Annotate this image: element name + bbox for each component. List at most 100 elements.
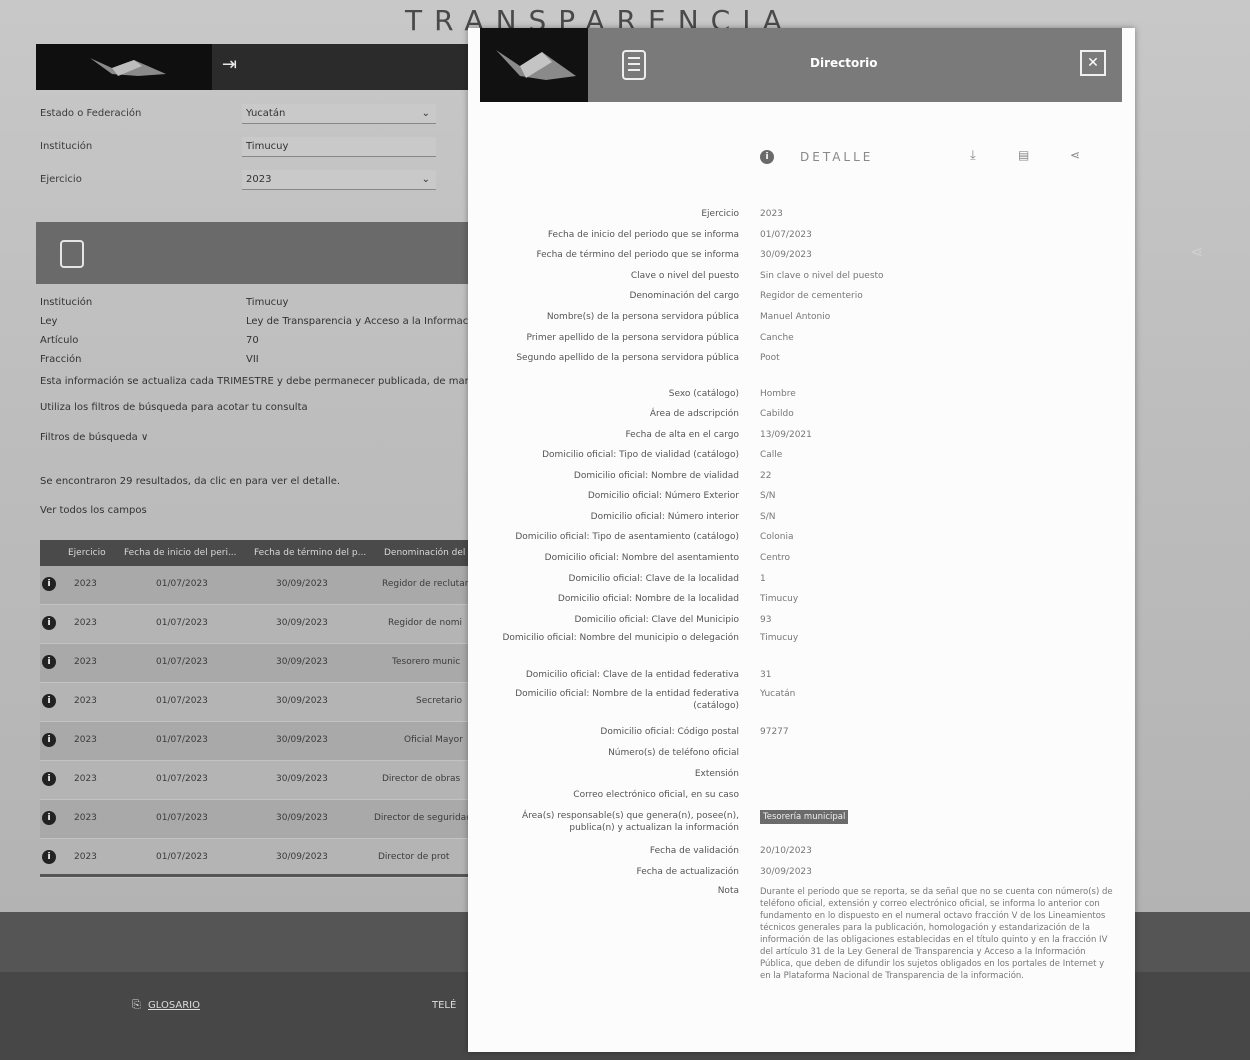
table-cell: Secretario: [416, 696, 462, 706]
table-cell: 2023: [74, 735, 97, 745]
info-icon[interactable]: i: [42, 616, 56, 630]
print-icon[interactable]: ▤: [1018, 148, 1029, 162]
table-cell: Regidor de nomi: [388, 618, 462, 628]
table-cell: 01/07/2023: [156, 774, 208, 784]
field-value: 31: [760, 670, 772, 680]
field-value: Tesorería municipal: [760, 810, 1110, 824]
info-label: Institución: [40, 297, 93, 308]
institucion-select[interactable]: Timucuy: [242, 137, 436, 157]
table-row[interactable]: i 2023 01/07/2023 30/09/2023 Oficial Mayor: [40, 722, 476, 761]
field-label: Primer apellido de la persona servidora …: [526, 333, 739, 343]
results-count: Se encontraron 29 resultados, da clic en…: [40, 476, 341, 487]
table-cell: 2023: [74, 618, 97, 628]
field-value: 1: [760, 574, 766, 584]
info-value: VII: [246, 354, 259, 365]
table-cell: Director de prot: [378, 852, 450, 862]
see-all-fields-link[interactable]: Ver todos los campos: [40, 505, 147, 516]
field-label: Número(s) de teléfono oficial: [608, 748, 739, 758]
field-value: Centro: [760, 553, 791, 563]
field-value: Poot: [760, 353, 780, 363]
telefono-link[interactable]: TELÉ: [432, 1000, 456, 1011]
field-label: Domicilio oficial: Nombre de la localida…: [557, 594, 739, 604]
chevron-down-icon: ⌄: [421, 108, 430, 119]
table-cell: 30/09/2023: [276, 813, 328, 823]
info-label: Fracción: [40, 354, 82, 365]
info-icon[interactable]: i: [42, 850, 56, 864]
responsible-area-tag[interactable]: Tesorería municipal: [760, 810, 849, 824]
info-value: 70: [246, 335, 259, 346]
field-label: Domicilio oficial: Clave del Municipio: [574, 615, 739, 625]
field-value: S/N: [760, 491, 776, 501]
table-cell: 30/09/2023: [276, 735, 328, 745]
field-label: Área de adscripción: [649, 409, 739, 419]
info-row: Fracción VII: [40, 351, 476, 370]
info-panel: Institución Timucuy Ley Ley de Transparenc…: [40, 294, 483, 370]
column-header[interactable]: Denominación del: [384, 548, 465, 558]
table-cell: 2023: [74, 696, 97, 706]
field-label: Fecha de validación: [649, 846, 739, 856]
table-cell: 01/07/2023: [156, 696, 208, 706]
table-cell: Tesorero munic: [392, 657, 461, 667]
logo-mark-icon: [496, 50, 576, 80]
field-label: Domicilio oficial: Tipo de vialidad (cat…: [542, 450, 739, 460]
nota-text: Durante el periodo que se reporta, se da…: [760, 887, 1113, 981]
info-icon[interactable]: i: [42, 577, 56, 591]
info-icon: i: [760, 150, 774, 164]
nota-label: Nota: [717, 886, 739, 896]
info-icon[interactable]: i: [42, 811, 56, 825]
column-header[interactable]: Fecha de inicio del peri...: [124, 548, 237, 558]
info-icon[interactable]: i: [42, 733, 56, 747]
detail-heading: DETALLE: [800, 150, 874, 164]
table-row[interactable]: i 2023 01/07/2023 30/09/2023 Director de obr…: [40, 761, 476, 800]
info-row: Institución Timucuy: [40, 294, 476, 313]
table-row[interactable]: i 2023 01/07/2023 30/09/2023 Regidor de recl…: [40, 566, 476, 605]
search-filters-toggle[interactable]: Filtros de búsqueda ∨: [40, 432, 148, 443]
field-label: Domicilio oficial: Nombre de vialidad: [573, 471, 739, 481]
close-button[interactable]: ✕: [1080, 50, 1106, 76]
table-cell: Regidor de reclutami: [382, 579, 476, 589]
info-icon[interactable]: i: [42, 655, 56, 669]
field-label: Domicilio oficial: Nombre del asentamien…: [544, 553, 739, 563]
directory-icon: [60, 240, 84, 268]
directory-icon: [622, 50, 646, 80]
column-header[interactable]: Fecha de término del p...: [254, 548, 366, 558]
section-header: [36, 222, 476, 284]
share-icon[interactable]: ⋖: [1190, 242, 1220, 272]
share-icon[interactable]: ⋖: [1070, 148, 1080, 162]
logo[interactable]: [36, 44, 212, 90]
table-row[interactable]: i 2023 01/07/2023 30/09/2023 Tesorero munic: [40, 644, 476, 683]
table-cell: 2023: [74, 852, 97, 862]
field-value: 97277: [760, 727, 789, 737]
field-value: 22: [760, 471, 772, 481]
info-icon[interactable]: i: [42, 772, 56, 786]
logo-mark-icon: [90, 58, 166, 76]
field-label: Ejercicio: [701, 209, 739, 219]
field-label: Nombre(s) de la persona servidora públic…: [546, 312, 739, 322]
table-row[interactable]: i 2023 01/07/2023 30/09/2023 Regidor de nomi: [40, 605, 476, 644]
table-cell: 01/07/2023: [156, 813, 208, 823]
ejercicio-select[interactable]: 2023 ⌄: [242, 170, 436, 190]
table-cell: 2023: [74, 657, 97, 667]
field-label: Domicilio oficial: Nombre de la entidad …: [515, 689, 739, 711]
exit-icon[interactable]: ⇥: [222, 54, 256, 80]
table-cell: 30/09/2023: [276, 657, 328, 667]
table-cell: Director de seguridad: [374, 813, 472, 823]
field-value: Manuel Antonio: [760, 312, 831, 322]
glosario-link[interactable]: GLOSARIO: [148, 1000, 200, 1011]
filter-row-ejercicio: Ejercicio 2023 ⌄: [36, 164, 476, 197]
table-divider: [40, 874, 476, 877]
column-header[interactable]: Ejercicio: [68, 548, 106, 558]
modal-logo: [480, 28, 588, 102]
info-value: Timucuy: [246, 297, 289, 308]
field-label: Sexo (catálogo): [668, 389, 739, 399]
table-cell: 30/09/2023: [276, 579, 328, 589]
table-row[interactable]: i 2023 01/07/2023 30/09/2023 Secretario: [40, 683, 476, 722]
estado-select[interactable]: Yucatán ⌄: [242, 104, 436, 124]
table-row[interactable]: i 2023 01/07/2023 30/09/2023 Director de seg…: [40, 800, 476, 839]
table-cell: 30/09/2023: [276, 696, 328, 706]
info-icon[interactable]: i: [42, 694, 56, 708]
download-icon[interactable]: ⤓: [970, 148, 976, 163]
field-label: Domicilio oficial: Número Exterior: [587, 491, 739, 501]
table-row[interactable]: i 2023 01/07/2023 30/09/2023 Director de pro…: [40, 839, 476, 878]
book-icon: ⎘: [132, 998, 141, 1011]
